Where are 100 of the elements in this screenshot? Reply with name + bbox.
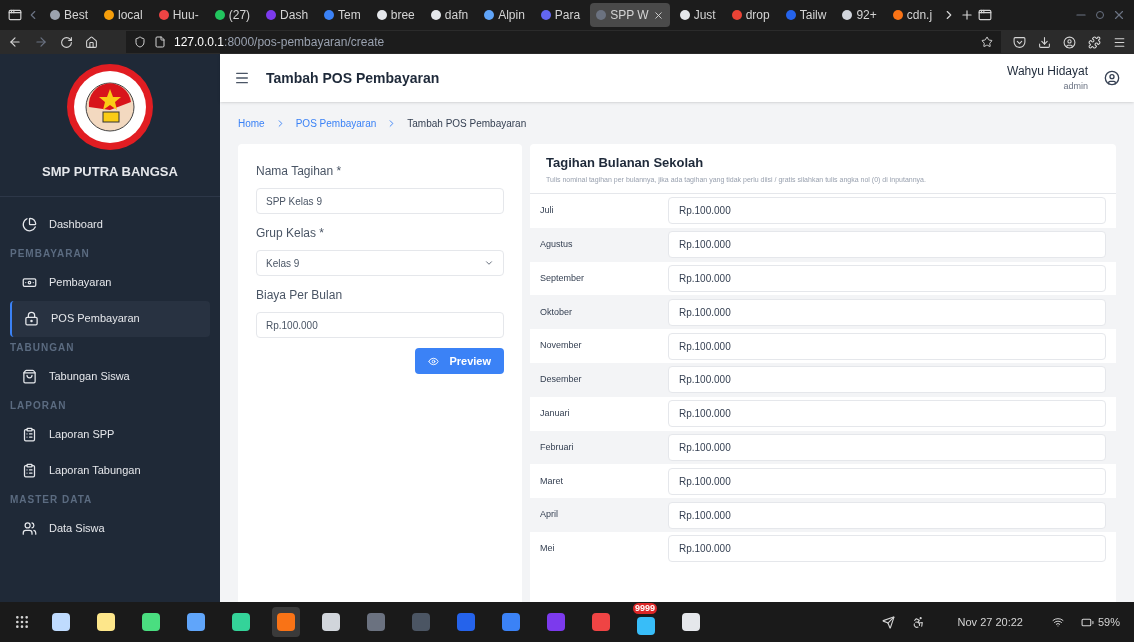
- wifi-icon[interactable]: [1051, 616, 1064, 628]
- back-icon[interactable]: [8, 35, 22, 49]
- user-name: Wahyu Hidayat: [1007, 63, 1088, 81]
- extensions-icon[interactable]: [1088, 35, 1101, 49]
- browser-tab[interactable]: drop: [725, 3, 776, 27]
- breadcrumb-link[interactable]: POS Pembayaran: [295, 115, 377, 131]
- sidebar-item[interactable]: Data Siswa: [10, 510, 210, 547]
- sidebar-item[interactable]: POS Pembayaran: [10, 300, 210, 337]
- tab-title: drop: [745, 7, 770, 24]
- browser-tab[interactable]: Huu-: [152, 3, 205, 27]
- amount-field[interactable]: Rp.100.000: [668, 400, 1106, 428]
- amount-field[interactable]: Rp.100.000: [668, 298, 1106, 326]
- notification-badge: 9999: [633, 603, 658, 614]
- section-heading: LAPORAN: [9, 399, 68, 413]
- tab-title: local: [118, 7, 143, 24]
- accessibility-icon[interactable]: [911, 615, 925, 629]
- forward-icon[interactable]: [34, 35, 48, 49]
- close-icon[interactable]: [1112, 8, 1126, 22]
- close-tab-icon[interactable]: [652, 9, 664, 21]
- sidebar-item[interactable]: Pembayaran: [10, 264, 210, 301]
- tab-title: bree: [390, 7, 415, 24]
- menu-item-icon: [24, 311, 39, 326]
- sidebar-item-label: Tabungan Siswa: [49, 369, 130, 385]
- pocket-icon[interactable]: [1013, 35, 1026, 49]
- address-bar[interactable]: 127.0.0.1:8000/pos-pembayaran/create: [126, 31, 1001, 53]
- taskbar-app[interactable]: 9999: [632, 603, 660, 641]
- sidebar-item-label: Pembayaran: [49, 275, 112, 291]
- amount-field[interactable]: Rp.100.000: [668, 231, 1106, 259]
- menu-item-icon: [22, 427, 37, 442]
- account-icon[interactable]: [1063, 35, 1076, 49]
- school-name: SMP PUTRA BANGSA: [42, 163, 178, 181]
- tab-title: 92+: [856, 7, 877, 24]
- sidebar-item-label: Dashboard: [49, 217, 103, 233]
- window-icon[interactable]: [978, 8, 993, 22]
- browser-tab[interactable]: dafn: [424, 3, 475, 27]
- menu-item-icon: [22, 521, 37, 536]
- menu-item-icon: [22, 369, 37, 384]
- section-heading: PEMBAYARAN: [9, 247, 91, 261]
- month-label: Februari: [540, 440, 575, 454]
- tab-title: SPP W: [610, 7, 649, 24]
- browser-tab[interactable]: (27): [208, 3, 257, 27]
- field-label: Biaya Per Bulan: [256, 287, 344, 304]
- browser-tab[interactable]: bree: [370, 3, 421, 27]
- new-tab-icon[interactable]: [960, 8, 975, 22]
- amount-field[interactable]: Rp.100.000: [668, 467, 1106, 495]
- month-label: September: [540, 271, 586, 285]
- user-avatar-icon[interactable]: [1104, 70, 1120, 86]
- home-icon[interactable]: [85, 35, 98, 49]
- browser-tab[interactable]: Para: [534, 3, 587, 27]
- amount-field[interactable]: Rp.100.000: [668, 332, 1106, 360]
- amount-field[interactable]: Rp.100.000: [668, 535, 1106, 563]
- browser-tab[interactable]: Alpin: [478, 3, 531, 27]
- menu-icon[interactable]: [1113, 35, 1126, 49]
- amount-field[interactable]: Rp.100.000: [668, 433, 1106, 461]
- browser-tab[interactable]: SPP W: [590, 3, 670, 27]
- amount-field[interactable]: Rp.100.000: [668, 501, 1106, 529]
- tab-title: dafn: [444, 7, 469, 24]
- month-label: Juli: [540, 204, 555, 218]
- breadcrumb-current: Tambah POS Pembayaran: [407, 116, 527, 131]
- browser-tab[interactable]: Dash: [260, 3, 315, 27]
- input-field[interactable]: SPP Kelas 9: [256, 188, 504, 214]
- sidebar-item[interactable]: Dashboard: [10, 206, 210, 243]
- eye-icon: [428, 355, 440, 367]
- menu-item-icon: [22, 217, 37, 232]
- browser-tab[interactable]: 92+: [836, 3, 883, 27]
- sidebar-item[interactable]: Tabungan Siswa: [10, 358, 210, 395]
- tab-title: Best: [64, 7, 88, 24]
- sidebar-item-label: Laporan Tabungan: [49, 463, 141, 479]
- download-icon[interactable]: [1038, 35, 1051, 49]
- month-label: Januari: [540, 406, 571, 420]
- reload-icon[interactable]: [60, 35, 73, 49]
- tab-list-icon[interactable]: [8, 8, 22, 22]
- browser-tab[interactable]: Tailw: [779, 3, 833, 27]
- month-label: Oktober: [540, 305, 573, 319]
- amount-field[interactable]: Rp.100.000: [668, 366, 1106, 394]
- send-icon[interactable]: [881, 615, 895, 629]
- section-heading: TABUNGAN: [9, 341, 76, 355]
- select-field[interactable]: Kelas 9: [256, 250, 504, 276]
- amount-field[interactable]: Rp.100.000: [668, 197, 1106, 225]
- amount-field[interactable]: Rp.100.000: [668, 265, 1106, 292]
- tab-title: Alpin: [498, 7, 525, 24]
- input-field[interactable]: Rp.100.000: [256, 312, 504, 338]
- sidebar-item-label: POS Pembayaran: [51, 311, 140, 327]
- sidebar-item[interactable]: Laporan Tabungan: [10, 452, 210, 489]
- browser-tab[interactable]: local: [98, 3, 149, 27]
- clock[interactable]: Nov 27 20:22: [957, 613, 1023, 631]
- browser-tab[interactable]: Best: [44, 3, 94, 27]
- preview-button[interactable]: Preview: [415, 348, 504, 374]
- browser-tab[interactable]: cdn.j: [886, 3, 939, 27]
- bookmark-star-icon[interactable]: [981, 36, 993, 48]
- tab-title: Dash: [280, 7, 309, 24]
- tab-title: cdn.j: [906, 7, 933, 24]
- tab-title: Para: [554, 7, 581, 24]
- menu-icon[interactable]: [234, 70, 250, 86]
- sidebar-item[interactable]: Laporan SPP: [10, 416, 210, 453]
- sidebar-item-label: Data Siswa: [49, 521, 105, 537]
- app-grid-icon[interactable]: [14, 614, 30, 630]
- tab-title: Just: [693, 7, 716, 24]
- browser-tab[interactable]: Just: [673, 3, 722, 27]
- browser-tab[interactable]: Tem: [318, 3, 367, 27]
